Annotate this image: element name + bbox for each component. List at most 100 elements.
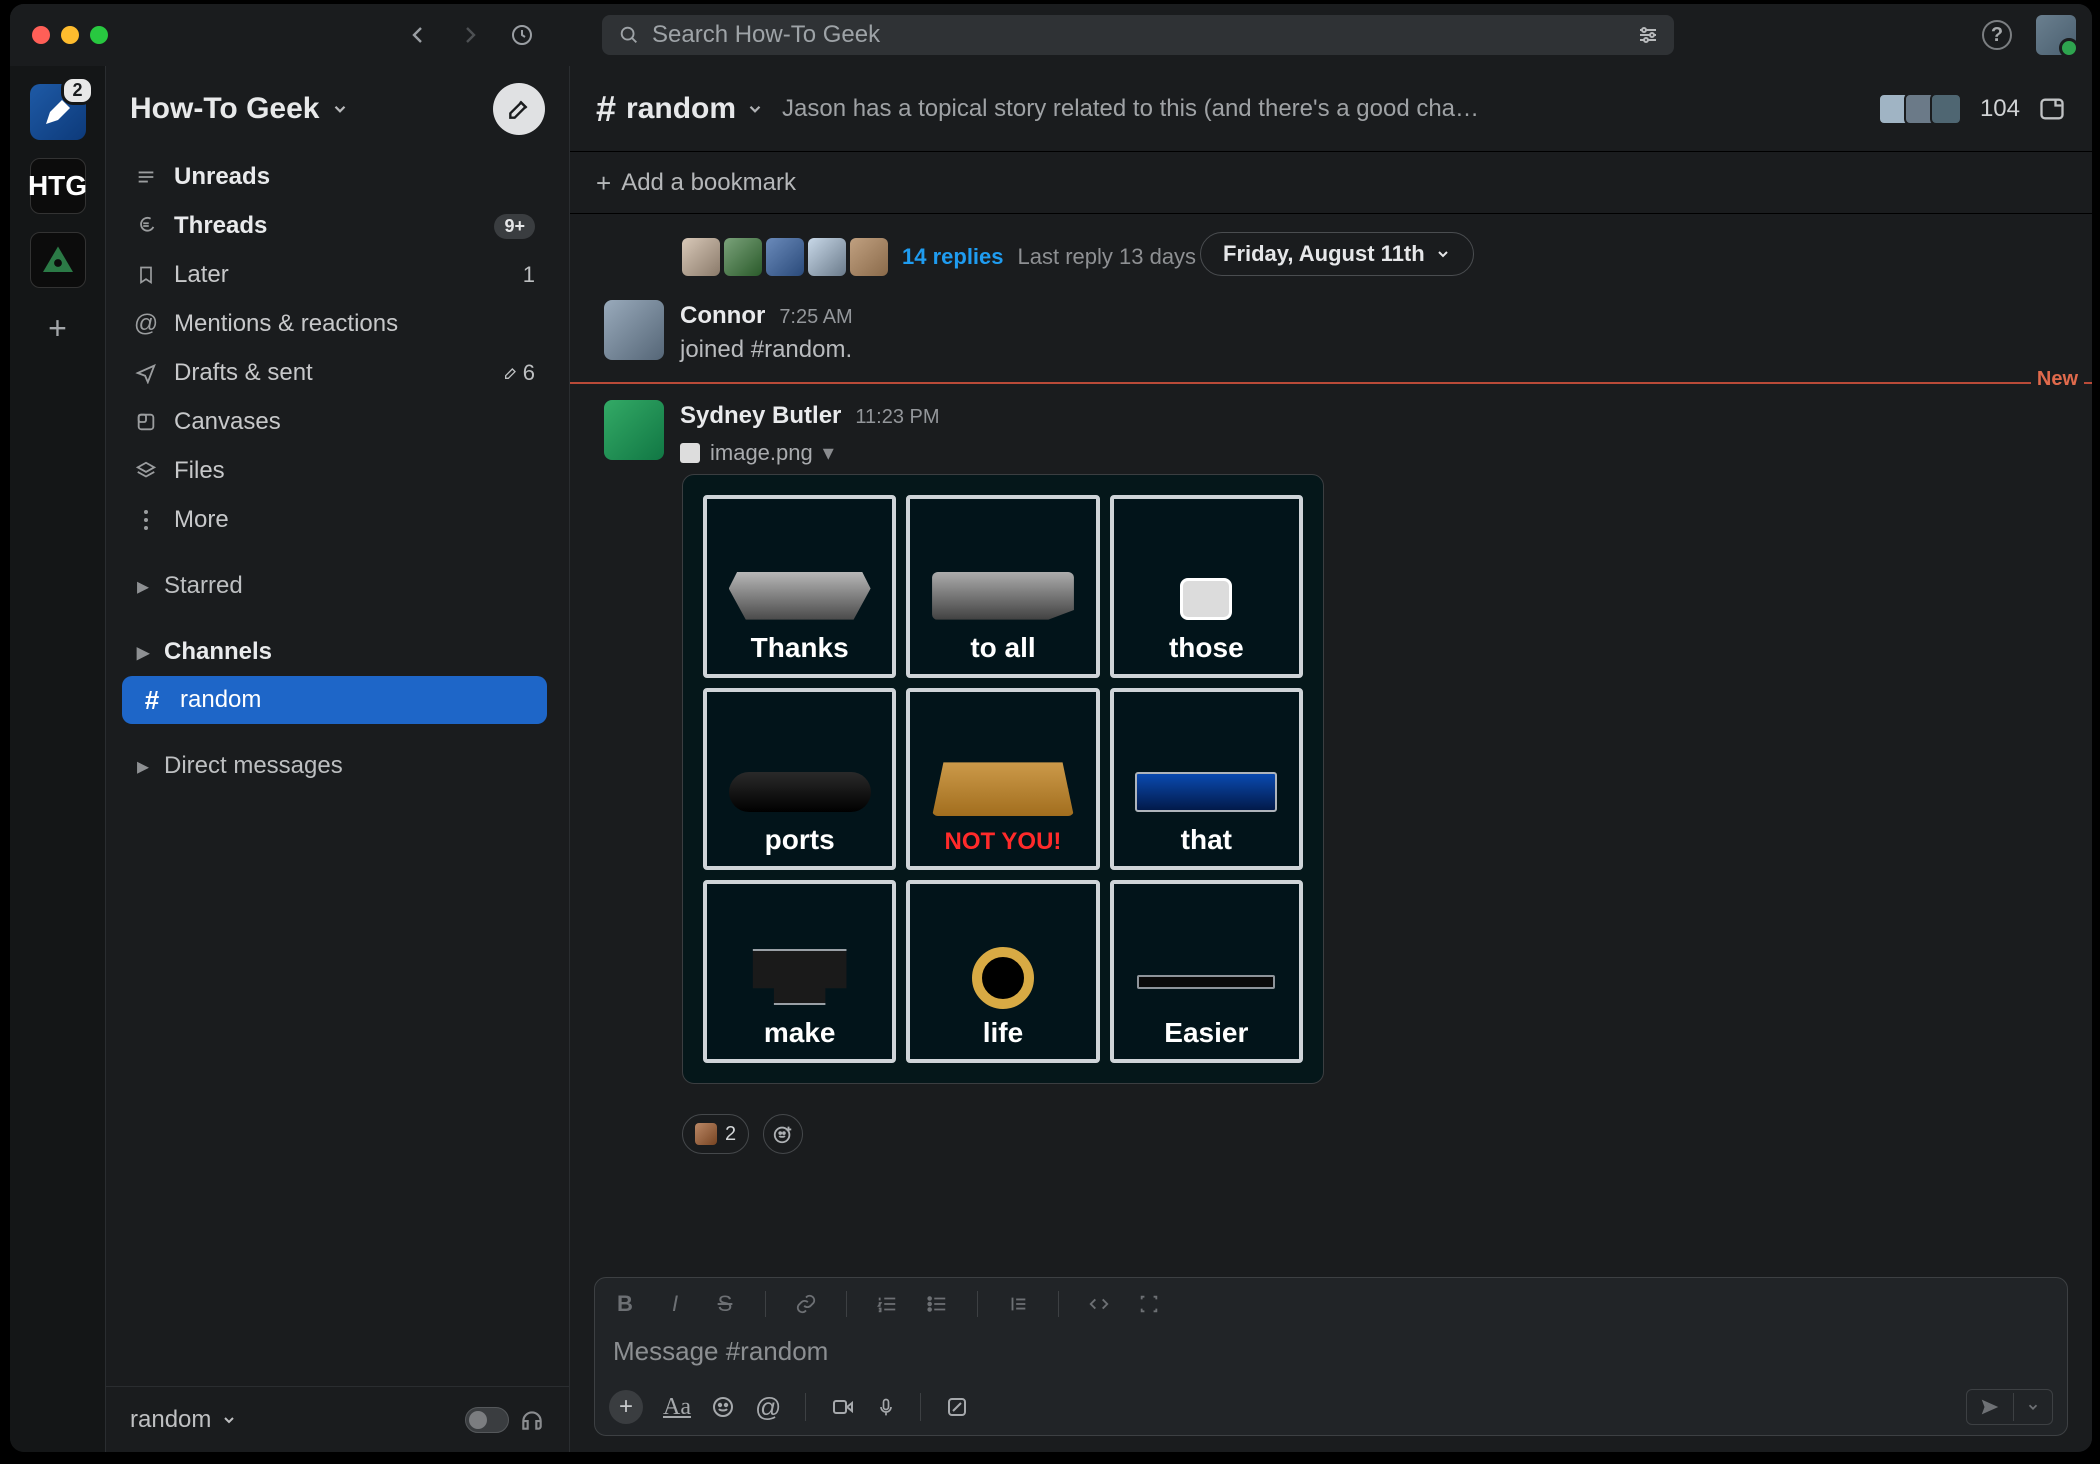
channel-header: # random Jason has a topical story relat… (570, 66, 2092, 152)
link-button[interactable] (792, 1290, 820, 1318)
displayport-icon (932, 572, 1074, 620)
workspace-2[interactable]: HTG (30, 158, 86, 214)
file-name: image.png (710, 440, 813, 466)
workspace-3[interactable] (30, 232, 86, 288)
sidebar-item-more[interactable]: More (116, 496, 553, 544)
chevron-down-icon (746, 100, 764, 118)
history-button[interactable] (508, 21, 536, 49)
file-thumb-icon (680, 443, 700, 463)
section-dms[interactable]: ▸ Direct messages (110, 742, 559, 790)
message-composer: B I S (594, 1277, 2068, 1436)
channel-name-button[interactable]: # random (596, 88, 764, 130)
section-starred[interactable]: ▸ Starred (110, 562, 559, 610)
composer-input[interactable] (613, 1336, 2049, 1367)
avatar (724, 238, 762, 276)
top-toolbar: ? (10, 4, 2092, 66)
sidebar-item-canvases[interactable]: Canvases (116, 398, 553, 446)
member-count[interactable]: 104 (1980, 95, 2020, 123)
avatar (1930, 93, 1962, 125)
add-reaction-button[interactable] (763, 1114, 803, 1154)
minimize-window-button[interactable] (61, 26, 79, 44)
avatar (808, 238, 846, 276)
huddle-footer[interactable]: random (106, 1386, 569, 1452)
bulleted-list-button[interactable] (923, 1290, 951, 1318)
drafts-count: 6 (503, 360, 535, 386)
channel-topic[interactable]: Jason has a topical story related to thi… (782, 95, 1482, 123)
huddle-toggle[interactable] (465, 1407, 509, 1433)
sidebar-item-files[interactable]: Files (116, 447, 553, 495)
message-list[interactable]: Friday, August 11th 14 replies Las (570, 214, 2092, 1277)
chevron-down-icon (1435, 246, 1451, 262)
message-time: 7:25 AM (779, 306, 852, 329)
new-messages-label: New (2031, 368, 2084, 391)
message-author[interactable]: Sydney Butler (680, 402, 841, 430)
fullscreen-window-button[interactable] (90, 26, 108, 44)
sidebar-item-unreads[interactable]: Unreads (116, 153, 553, 201)
headset-icon[interactable] (519, 1407, 545, 1433)
file-attachment-header[interactable]: image.png ▾ (680, 440, 834, 466)
audio-button[interactable] (876, 1395, 896, 1419)
mention-button[interactable]: @ (755, 1392, 781, 1423)
shortcuts-button[interactable] (945, 1395, 969, 1419)
numbered-list-button[interactable] (873, 1290, 901, 1318)
italic-button[interactable]: I (661, 1290, 689, 1318)
help-button[interactable]: ? (1982, 20, 2012, 50)
history-forward-button[interactable] (456, 21, 484, 49)
message-author[interactable]: Connor (680, 302, 765, 330)
send-button[interactable] (1967, 1390, 2013, 1424)
workspace-switcher[interactable]: How-To Geek (106, 66, 569, 152)
avatar (682, 238, 720, 276)
search-filter-icon[interactable] (1636, 23, 1660, 47)
emoji-button[interactable] (711, 1395, 735, 1419)
code-button[interactable] (1085, 1290, 1113, 1318)
strike-button[interactable]: S (711, 1290, 739, 1318)
chevron-down-icon (221, 1412, 237, 1428)
close-window-button[interactable] (32, 26, 50, 44)
sidebar-item-threads[interactable]: Threads 9+ (116, 202, 553, 250)
sidebar-item-later[interactable]: Later 1 (116, 251, 553, 299)
chevron-down-icon (331, 100, 349, 118)
workspace-1-badge: 2 (61, 76, 93, 105)
channel-random[interactable]: # random (122, 676, 547, 724)
attach-button[interactable]: + (609, 1390, 643, 1424)
blockquote-button[interactable] (1004, 1290, 1032, 1318)
section-channels[interactable]: ▸ Channels (110, 628, 559, 676)
search-input[interactable] (652, 21, 1658, 49)
later-count: 1 (523, 262, 535, 288)
reaction-count: 2 (725, 1123, 736, 1146)
send-button-group (1966, 1389, 2053, 1425)
history-back-button[interactable] (404, 21, 432, 49)
compose-button[interactable] (493, 83, 545, 135)
bookmark-bar[interactable]: + Add a bookmark (570, 152, 2092, 214)
reaction[interactable]: 2 (682, 1114, 749, 1154)
video-button[interactable] (830, 1395, 856, 1419)
compose-icon (506, 96, 532, 122)
message-body: joined #random. (680, 336, 852, 364)
unreads-icon (134, 166, 158, 188)
format-toggle-button[interactable]: Aa (663, 1394, 691, 1421)
bold-button[interactable]: B (611, 1290, 639, 1318)
date-divider-chip[interactable]: Friday, August 11th (1200, 232, 1474, 276)
sidebar-item-drafts[interactable]: Drafts & sent 6 (116, 349, 553, 397)
image-attachment[interactable]: Thanks to all those ports NOT YOU! that … (682, 474, 1324, 1084)
thread-participant-avatars (682, 238, 888, 276)
add-workspace-button[interactable]: + (36, 306, 80, 350)
avatar[interactable] (604, 300, 664, 360)
ethernet-icon (741, 949, 858, 1005)
pencil-icon (503, 365, 519, 381)
member-avatars[interactable] (1884, 93, 1962, 125)
workspace-1[interactable]: 2 (30, 84, 86, 140)
files-icon (134, 460, 158, 482)
codeblock-button[interactable] (1135, 1290, 1163, 1318)
search-icon (618, 24, 640, 46)
avatar (850, 238, 888, 276)
search-box[interactable] (602, 15, 1674, 55)
thread-replies-link[interactable]: 14 replies (902, 244, 1004, 270)
user-avatar[interactable] (2036, 15, 2076, 55)
hash-icon: # (596, 88, 616, 130)
send-options-button[interactable] (2014, 1394, 2052, 1420)
composer-format-toolbar: B I S (595, 1278, 2067, 1330)
avatar[interactable] (604, 400, 664, 460)
sidebar-item-mentions[interactable]: @ Mentions & reactions (116, 300, 553, 348)
channel-canvas-button[interactable] (2038, 95, 2066, 123)
